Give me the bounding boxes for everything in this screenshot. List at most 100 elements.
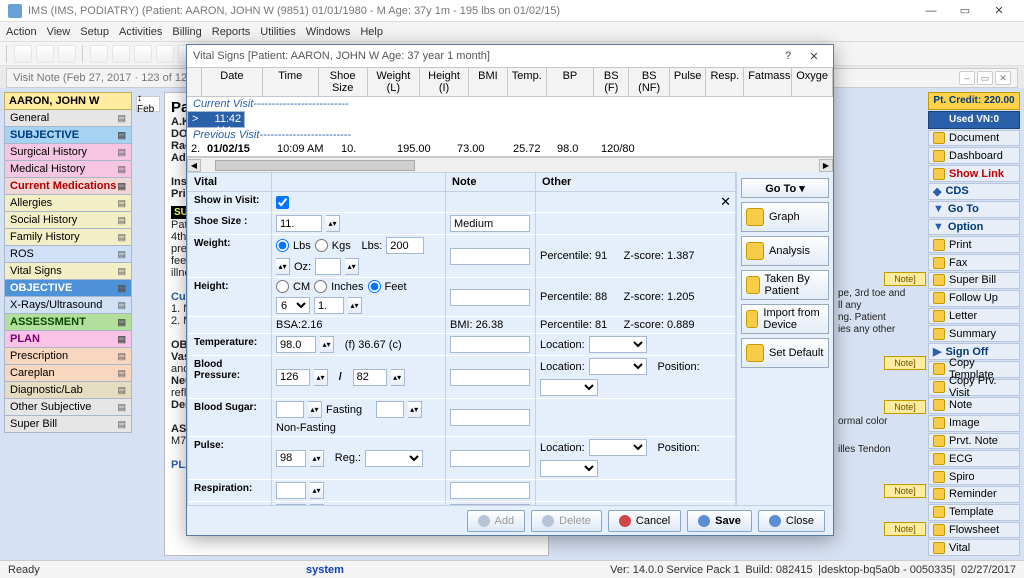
history-scrollbar[interactable]: ◀ ▶ <box>187 157 833 172</box>
col-temp[interactable]: Temp. <box>508 68 547 96</box>
toolbar-button[interactable] <box>112 45 130 63</box>
show-in-visit-checkbox[interactable] <box>276 196 289 209</box>
col-time[interactable]: Time <box>263 68 319 96</box>
window-maximize[interactable]: ▭ <box>948 1 982 21</box>
pulse-position-select[interactable] <box>540 460 598 477</box>
menu-view[interactable]: View <box>47 26 71 38</box>
spinner-icon[interactable]: ▴▾ <box>348 297 362 314</box>
ritem-show-link[interactable]: Show Link <box>928 165 1020 182</box>
nav-diagnostic-lab[interactable]: Diagnostic/Lab▤ <box>4 382 132 399</box>
toolbar-button[interactable] <box>134 45 152 63</box>
respiration-note-input[interactable] <box>450 482 530 499</box>
expand-icon[interactable]: ✕ <box>720 194 731 210</box>
add-button[interactable]: Add <box>467 510 526 532</box>
set-default-button[interactable]: Set Default <box>741 338 829 368</box>
dialog-help-button[interactable]: ? <box>775 47 801 65</box>
nav-objective[interactable]: OBJECTIVE▤ <box>4 280 132 297</box>
dialog-close-button[interactable]: ✕ <box>801 47 827 65</box>
note-min-icon[interactable]: – <box>959 71 975 85</box>
spinner-icon[interactable]: ▴▾ <box>310 450 324 467</box>
col-weight-l[interactable]: Weight (L) <box>368 68 420 96</box>
toolbar-button[interactable] <box>156 45 174 63</box>
col-height-i[interactable]: Height (I) <box>420 68 469 96</box>
bp-note-input[interactable] <box>450 369 530 386</box>
spinner-icon[interactable]: ▴▾ <box>345 258 359 275</box>
ritem-reminder[interactable]: Reminder <box>928 486 1020 503</box>
note-max-icon[interactable]: ▭ <box>977 71 993 85</box>
spinner-icon[interactable]: ▴▾ <box>326 215 340 232</box>
menu-setup[interactable]: Setup <box>80 26 109 38</box>
ritem-summary[interactable]: Summary <box>928 325 1020 342</box>
toolbar-button[interactable] <box>58 45 76 63</box>
bp-diastolic-input[interactable] <box>353 369 387 386</box>
history-row-current[interactable]: > 11:42 AM 11. 200.00 98.0 126/82 <box>187 111 245 128</box>
note-chip[interactable]: Note] <box>884 484 926 498</box>
nav-allergies[interactable]: Allergies▤ <box>4 195 132 212</box>
spinner-icon[interactable]: ▴▾ <box>310 482 324 499</box>
menu-activities[interactable]: Activities <box>119 26 162 38</box>
weight-note-input[interactable] <box>450 248 530 265</box>
ritem-goto[interactable]: ▼Go To <box>928 201 1020 218</box>
scroll-right-icon[interactable]: ▶ <box>819 159 833 172</box>
ritem-fax[interactable]: Fax <box>928 254 1020 271</box>
note-chip[interactable]: Note] <box>884 356 926 370</box>
ritem-option[interactable]: ▼Option <box>928 219 1020 236</box>
weight-lbs-input[interactable] <box>386 237 424 254</box>
col-pulse[interactable]: Pulse <box>670 68 707 96</box>
temperature-input[interactable] <box>276 336 316 353</box>
close-button[interactable]: Close <box>758 510 825 532</box>
spinner-icon[interactable]: ▴▾ <box>408 401 422 418</box>
nav-surgical-history[interactable]: Surgical History▤ <box>4 144 132 161</box>
pulse-reg-select[interactable] <box>365 450 423 467</box>
scroll-thumb[interactable] <box>215 160 415 171</box>
col-date[interactable]: Date <box>202 68 263 96</box>
ritem-copy-prv-visit[interactable]: Copy Prv. Visit <box>928 379 1020 396</box>
height-cm-radio[interactable] <box>276 280 289 293</box>
spinner-icon[interactable]: ▴▾ <box>308 401 322 418</box>
note-close-icon[interactable]: ✕ <box>995 71 1011 85</box>
respiration-input[interactable] <box>276 482 306 499</box>
delete-button[interactable]: Delete <box>531 510 602 532</box>
ritem-ecg[interactable]: ECG <box>928 450 1020 467</box>
taken-by-patient-button[interactable]: Taken By Patient <box>741 270 829 300</box>
col-oxygen[interactable]: Oxyge <box>792 68 833 96</box>
col-bmi[interactable]: BMI <box>469 68 508 96</box>
shoe-size-input[interactable] <box>276 215 322 232</box>
goto-dropdown[interactable]: Go To ▾ <box>741 178 829 198</box>
bs-nonfasting-input[interactable] <box>376 401 404 418</box>
toolbar-button[interactable] <box>90 45 108 63</box>
col-bp[interactable]: BP <box>547 68 594 96</box>
ritem-cds[interactable]: ◆CDS <box>928 183 1020 200</box>
nav-medical-history[interactable]: Medical History▤ <box>4 161 132 178</box>
bp-systolic-input[interactable] <box>276 369 310 386</box>
col-resp[interactable]: Resp. <box>706 68 744 96</box>
spinner-icon[interactable]: ▴▾ <box>320 336 334 353</box>
menu-windows[interactable]: Windows <box>306 26 351 38</box>
height-in-radio[interactable] <box>314 280 327 293</box>
col-bs-f[interactable]: BS (F) <box>594 68 629 96</box>
history-row-previous[interactable]: 2. 01/02/15 10:09 AM 10. 195.00 73.00 25… <box>187 142 833 156</box>
menu-utilities[interactable]: Utilities <box>260 26 295 38</box>
nav-general[interactable]: General▤ <box>4 110 132 127</box>
ritem-spiro[interactable]: Spiro <box>928 468 1020 485</box>
ritem-flowsheet[interactable]: Flowsheet <box>928 522 1020 539</box>
cancel-button[interactable]: Cancel <box>608 510 681 532</box>
note-chip[interactable]: Note] <box>884 272 926 286</box>
bs-note-input[interactable] <box>450 409 530 426</box>
col-fatmass[interactable]: Fatmass <box>744 68 792 96</box>
weight-kgs-radio[interactable] <box>315 239 328 252</box>
patient-name-box[interactable]: AARON, JOHN W <box>4 92 132 110</box>
bp-position-select[interactable] <box>540 379 598 396</box>
pulse-location-select[interactable] <box>589 439 647 456</box>
menu-billing[interactable]: Billing <box>172 26 201 38</box>
graph-button[interactable]: Graph <box>741 202 829 232</box>
height-note-input[interactable] <box>450 289 530 306</box>
nav-subjective[interactable]: SUBJECTIVE▤ <box>4 127 132 144</box>
pulse-input[interactable] <box>276 450 306 467</box>
temp-location-select[interactable] <box>589 336 647 353</box>
bp-location-select[interactable] <box>589 358 647 375</box>
menu-action[interactable]: Action <box>6 26 37 38</box>
col-shoe-size[interactable]: Shoe Size <box>319 68 368 96</box>
nav-other-subjective[interactable]: Other Subjective▤ <box>4 399 132 416</box>
feb-toggle[interactable]: ↕ Feb <box>136 96 160 112</box>
